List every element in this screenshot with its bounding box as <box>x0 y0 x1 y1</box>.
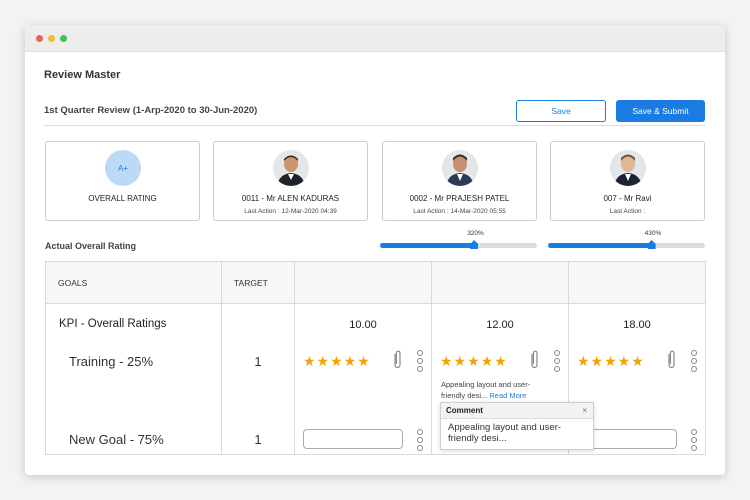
employee-last-action: Last Action : 12-Mar-2020 04:39 <box>244 208 337 215</box>
page-title: Review Master <box>44 69 121 81</box>
overall-score: 18.00 <box>623 319 651 331</box>
employee-card[interactable]: 0002 - Mr PRAJESH PATEL Last Action : 14… <box>382 141 537 221</box>
more-vertical-icon[interactable] <box>417 350 424 374</box>
close-icon[interactable]: × <box>582 403 587 419</box>
comment-preview: Appealing layout and user-friendly desi.… <box>441 379 551 401</box>
actual-rating-label: Actual Overall Rating <box>45 241 137 251</box>
goal-target: 1 <box>254 432 262 447</box>
title-bar <box>25 25 725 52</box>
rating-slider[interactable]: 320% <box>380 230 537 249</box>
table-header-row: GOALS TARGET <box>45 261 706 304</box>
close-window-dot[interactable] <box>36 35 43 42</box>
employee-score-cell: 10.00 ★★★★★ <box>294 303 432 455</box>
comment-popup-header: Comment × <box>441 403 593 419</box>
employee-name: 007 - Mr Ravi <box>603 194 652 203</box>
minimize-window-dot[interactable] <box>48 35 55 42</box>
column-header-employee <box>294 261 432 304</box>
slider-value: 430% <box>644 230 662 237</box>
goal-score-input[interactable] <box>303 429 403 449</box>
overall-score: 12.00 <box>486 319 514 331</box>
read-more-link[interactable]: Read More <box>489 391 526 400</box>
table-row: KPI - Overall Ratings Training - 25% New… <box>45 303 706 455</box>
goal-target: 1 <box>254 354 262 369</box>
column-header-employee <box>568 261 706 304</box>
overall-rating-label: OVERALL RATING <box>88 194 157 203</box>
goals-table: GOALS TARGET KPI - Overall Ratings Train… <box>45 261 706 455</box>
more-vertical-icon[interactable] <box>691 429 698 453</box>
more-vertical-icon[interactable] <box>691 350 698 374</box>
rating-badge: A+ <box>105 150 141 186</box>
paperclip-icon[interactable] <box>665 350 677 370</box>
slider-handle[interactable] <box>647 240 656 249</box>
column-header-employee <box>431 261 569 304</box>
star-rating[interactable]: ★★★★★ <box>303 353 371 370</box>
employee-name: 0011 - Mr ALEN KADURAS <box>241 194 340 203</box>
comment-popup: Comment × Appealing layout and user-frie… <box>440 402 594 450</box>
employee-last-action: Last Action : 14-Mar-2020 05:55 <box>413 208 506 215</box>
column-header-goals: GOALS <box>45 261 222 304</box>
goal-name: New Goal - 75% <box>69 432 164 447</box>
save-submit-button[interactable]: Save & Submit <box>616 100 705 122</box>
app-window: Review Master 1st Quarter Review (1-Arp-… <box>25 25 725 475</box>
maximize-window-dot[interactable] <box>60 35 67 42</box>
comment-popup-title: Comment <box>446 406 483 415</box>
more-vertical-icon[interactable] <box>417 429 424 453</box>
employee-avatar <box>442 150 478 186</box>
more-vertical-icon[interactable] <box>554 350 561 374</box>
review-period-title: 1st Quarter Review (1-Arp-2020 to 30-Jun… <box>44 105 258 116</box>
goals-cell: KPI - Overall Ratings Training - 25% New… <box>45 303 222 455</box>
slider-value: 320% <box>467 230 484 237</box>
column-header-target: TARGET <box>221 261 295 304</box>
comment-text: Appealing layout and user-friendly desi.… <box>448 422 562 444</box>
employee-name: 0002 - Mr PRAJESH PATEL <box>409 194 510 203</box>
employee-card[interactable]: 007 - Mr Ravi Last Action : <box>550 141 705 221</box>
goal-name: Training - 25% <box>69 354 154 369</box>
slider-fill <box>380 243 475 248</box>
overall-rating-card[interactable]: A+ OVERALL RATING <box>45 141 200 221</box>
kpi-label: KPI - Overall Ratings <box>59 318 167 330</box>
slider-fill <box>548 243 652 248</box>
star-rating[interactable]: ★★★★★ <box>440 353 508 370</box>
save-button[interactable]: Save <box>516 100 606 122</box>
overall-score: 10.00 <box>349 319 377 331</box>
paperclip-icon[interactable] <box>528 350 540 370</box>
target-cell: 1 1 <box>221 303 295 455</box>
slider-handle[interactable] <box>470 240 479 249</box>
employee-last-action: Last Action : <box>609 208 646 215</box>
star-rating[interactable]: ★★★★★ <box>577 353 645 370</box>
divider <box>44 125 705 126</box>
employee-avatar <box>273 150 309 186</box>
employee-card[interactable]: 0011 - Mr ALEN KADURAS Last Action : 12-… <box>213 141 368 221</box>
employee-avatar <box>610 150 646 186</box>
rating-slider[interactable]: 430% <box>548 230 705 249</box>
paperclip-icon[interactable] <box>391 350 403 370</box>
